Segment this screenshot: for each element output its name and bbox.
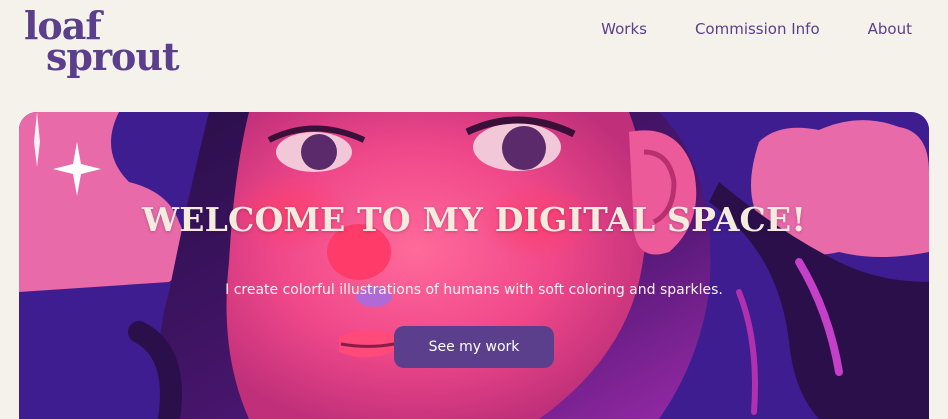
hero-headline: WELCOME TO MY DIGITAL SPACE! [141, 200, 807, 239]
hero-subtitle: I create colorful illustrations of human… [225, 282, 723, 298]
logo-line-2: sprout [46, 34, 180, 80]
nav-commission-info-link[interactable]: Commission Info [695, 20, 820, 38]
nav-about-link[interactable]: About [868, 20, 912, 38]
nav-works-link[interactable]: Works [601, 20, 647, 38]
hero-banner: WELCOME TO MY DIGITAL SPACE! I create co… [19, 112, 929, 419]
main-nav: Works Commission Info About [601, 20, 912, 38]
site-logo[interactable]: loaf sprout [24, 6, 180, 80]
hero-illustration [19, 112, 929, 419]
see-my-work-button[interactable]: See my work [394, 326, 554, 368]
